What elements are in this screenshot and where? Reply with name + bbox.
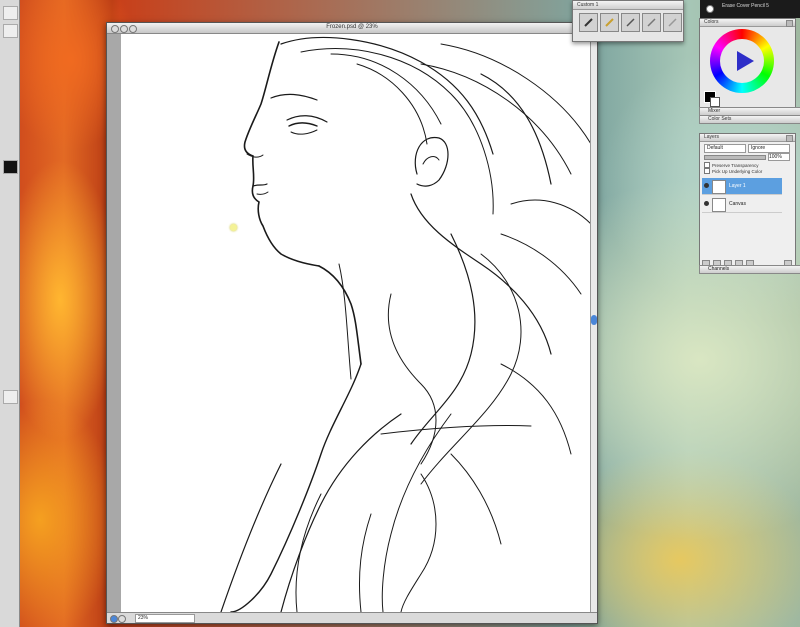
opacity-slider[interactable]: [704, 155, 766, 160]
colors-panel-title: Colors: [704, 19, 719, 25]
color-sets-panel[interactable]: Color Sets: [699, 115, 800, 124]
brush-button[interactable]: [621, 13, 640, 32]
mixer-panel-label: Mixer: [708, 108, 721, 114]
navigator-icon[interactable]: [110, 615, 118, 623]
channels-panel[interactable]: Channels: [699, 265, 800, 274]
layer-row[interactable]: Canvas: [702, 196, 782, 213]
layer-thumbnail: [712, 180, 726, 194]
brush-palette-title: Custom 1: [573, 1, 683, 10]
layers-panel: Layers Default Ignore 100% Preserve Tran…: [699, 133, 796, 270]
pick-up-color-option[interactable]: Pick Up Underlying Color: [704, 168, 762, 174]
tool-slot[interactable]: [3, 390, 18, 404]
saturation-value-triangle[interactable]: [737, 51, 754, 71]
layer-name: Layer 1: [729, 183, 746, 189]
layer-thumbnail: [712, 198, 726, 212]
toolbox: [0, 0, 20, 627]
eye-icon[interactable]: [704, 183, 709, 188]
zoom-field[interactable]: 23%: [135, 614, 195, 623]
brush-preview-icon: [706, 5, 714, 13]
composite-method-dropdown[interactable]: Default: [704, 144, 746, 153]
canvas-statusbar: 23%: [107, 612, 597, 623]
tool-slot[interactable]: [3, 24, 18, 38]
color-sets-panel-label: Color Sets: [708, 116, 732, 122]
pencil-icon: [584, 18, 593, 27]
current-brush-bar: Erase Cover Pencil 5: [700, 0, 800, 18]
pen-icon: [626, 18, 635, 27]
pencil-icon: [605, 18, 614, 27]
option-label: Pick Up Underlying Color: [712, 168, 763, 174]
color-wheel[interactable]: [710, 29, 774, 93]
brush-button[interactable]: [579, 13, 598, 32]
brush-button[interactable]: [663, 13, 682, 32]
depth-dropdown[interactable]: Ignore: [748, 144, 790, 153]
layer-row[interactable]: Layer 1: [702, 178, 782, 195]
panel-close-icon[interactable]: [786, 135, 793, 142]
colors-panel-header[interactable]: Colors: [700, 19, 795, 27]
canvas-window: Frozen.psd @ 23% 23%: [106, 22, 598, 624]
portrait-line-sketch: [220, 36, 591, 612]
scroll-thumb[interactable]: [591, 315, 597, 325]
canvas-title: Frozen.psd @ 23%: [326, 24, 378, 30]
brush-icon: [647, 18, 656, 27]
colors-panel: Colors: [699, 18, 796, 108]
brush-button[interactable]: [642, 13, 661, 32]
grabber-icon[interactable]: [118, 615, 126, 623]
tool-slot[interactable]: [3, 160, 18, 174]
eraser-icon: [668, 18, 677, 27]
layers-panel-header[interactable]: Layers: [700, 134, 795, 142]
opacity-field[interactable]: 100%: [768, 153, 790, 161]
brush-cursor: [230, 224, 237, 231]
drawing-canvas[interactable]: [121, 34, 591, 612]
channels-panel-label: Channels: [708, 266, 730, 272]
panel-close-icon[interactable]: [786, 20, 793, 27]
background-color-swatch[interactable]: [710, 97, 720, 107]
tool-slot[interactable]: [3, 6, 18, 20]
checkbox[interactable]: [704, 168, 710, 174]
option-label: Preserve Transparency: [712, 162, 759, 168]
current-brush-label: Erase Cover Pencil 5: [722, 3, 769, 9]
canvas-titlebar[interactable]: Frozen.psd @ 23%: [107, 23, 597, 34]
eye-icon[interactable]: [704, 201, 709, 206]
layer-name: Canvas: [729, 201, 746, 207]
brush-selector-palette: Custom 1: [572, 0, 684, 42]
brush-button[interactable]: [600, 13, 619, 32]
layers-panel-title: Layers: [704, 134, 720, 140]
color-wheel-center: [720, 39, 764, 83]
